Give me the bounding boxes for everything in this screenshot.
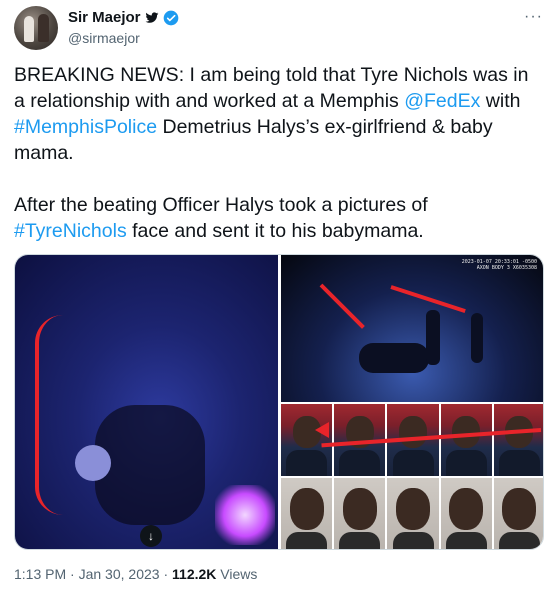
photo-shape [95, 405, 205, 525]
mention-link-fedex[interactable]: @FedEx [404, 90, 480, 112]
media-photo-bodycam-scene[interactable]: 2023-01-07 20:33:01 -0500 AXON BODY 3 X6… [281, 255, 543, 402]
photo-shape [396, 488, 430, 530]
mugshot [387, 478, 439, 549]
photo-shape [342, 488, 377, 530]
media-grid: ↓ 2023-01-07 20:33:01 -0500 AXON BODY 3 … [14, 254, 544, 550]
avatar[interactable] [14, 6, 58, 50]
photo-shape [286, 450, 328, 476]
light-flash [215, 485, 275, 545]
photo-shape [286, 532, 328, 549]
text-span: face and sent it to his babymama. [126, 220, 424, 242]
text-span: After the beating Officer Halys took a p… [14, 194, 428, 216]
tweet-header: Sir Maejor @sirmaejor ··· [14, 6, 543, 52]
red-arrow [319, 283, 365, 329]
red-annotation-line [35, 315, 63, 515]
arrow-down-icon[interactable]: ↓ [140, 525, 162, 547]
bird-icon [145, 11, 158, 23]
views-count: 112.2K [172, 566, 217, 582]
mugshot [493, 478, 543, 549]
photo-shape [498, 450, 540, 476]
photo-shape [445, 532, 487, 549]
name-row: Sir Maejor [68, 9, 179, 26]
photo-shape [392, 450, 434, 476]
tweet-text: BREAKING NEWS: I am being told that Tyre… [14, 62, 544, 270]
user-handle[interactable]: @sirmaejor [68, 30, 140, 46]
avatar-figure [24, 16, 34, 42]
tweet-time[interactable]: 1:13 PM [14, 566, 66, 582]
photo-shape [498, 532, 540, 549]
hashtag-link-memphispolice[interactable]: #MemphisPolice [14, 116, 157, 138]
mugshot-row [281, 478, 543, 549]
tweet-meta: 1:13 PM · Jan 30, 2023 · 112.2K Views [14, 566, 257, 582]
mugshot [334, 478, 386, 549]
media-photo-bodycam-closeup[interactable]: ↓ [15, 255, 278, 549]
hashtag-link-tyrenichols[interactable]: #TyreNichols [14, 220, 127, 242]
mugshot [281, 478, 333, 549]
tweet-paragraph-2: After the beating Officer Halys took a p… [14, 192, 544, 244]
verified-badge-icon [163, 10, 178, 25]
bodycam-timestamp: 2023-01-07 20:33:01 -0500 AXON BODY 3 X6… [461, 259, 537, 271]
photo-shape [339, 450, 381, 476]
display-name[interactable]: Sir Maejor [68, 9, 141, 26]
mugshot [440, 478, 492, 549]
photo-shape [392, 532, 434, 549]
photo-shape [359, 343, 429, 373]
photo-shape [399, 416, 427, 448]
officer-portrait [493, 404, 543, 476]
red-arrow [390, 285, 466, 314]
officer-portrait [440, 404, 492, 476]
tweet-date[interactable]: Jan 30, 2023 [79, 566, 160, 582]
officer-portrait [281, 404, 333, 476]
photo-shape [426, 310, 440, 365]
photo-shape [75, 445, 111, 481]
views-label: Views [216, 566, 258, 582]
media-photo-officers[interactable] [281, 404, 543, 549]
photo-shape [289, 488, 324, 530]
meta-separator: · [70, 566, 79, 582]
photo-shape [339, 532, 381, 549]
avatar-figure [38, 14, 49, 42]
photo-shape [471, 313, 483, 363]
more-options-icon[interactable]: ··· [524, 8, 543, 26]
photo-shape [502, 488, 537, 530]
photo-shape [445, 450, 487, 476]
tweet-paragraph-1: BREAKING NEWS: I am being told that Tyre… [14, 62, 544, 166]
text-span: with [480, 90, 521, 112]
tweet: Sir Maejor @sirmaejor ··· BREAKING NEWS:… [0, 0, 557, 600]
photo-shape [449, 488, 484, 530]
meta-separator: · [163, 566, 173, 582]
red-arrowhead [315, 422, 329, 438]
